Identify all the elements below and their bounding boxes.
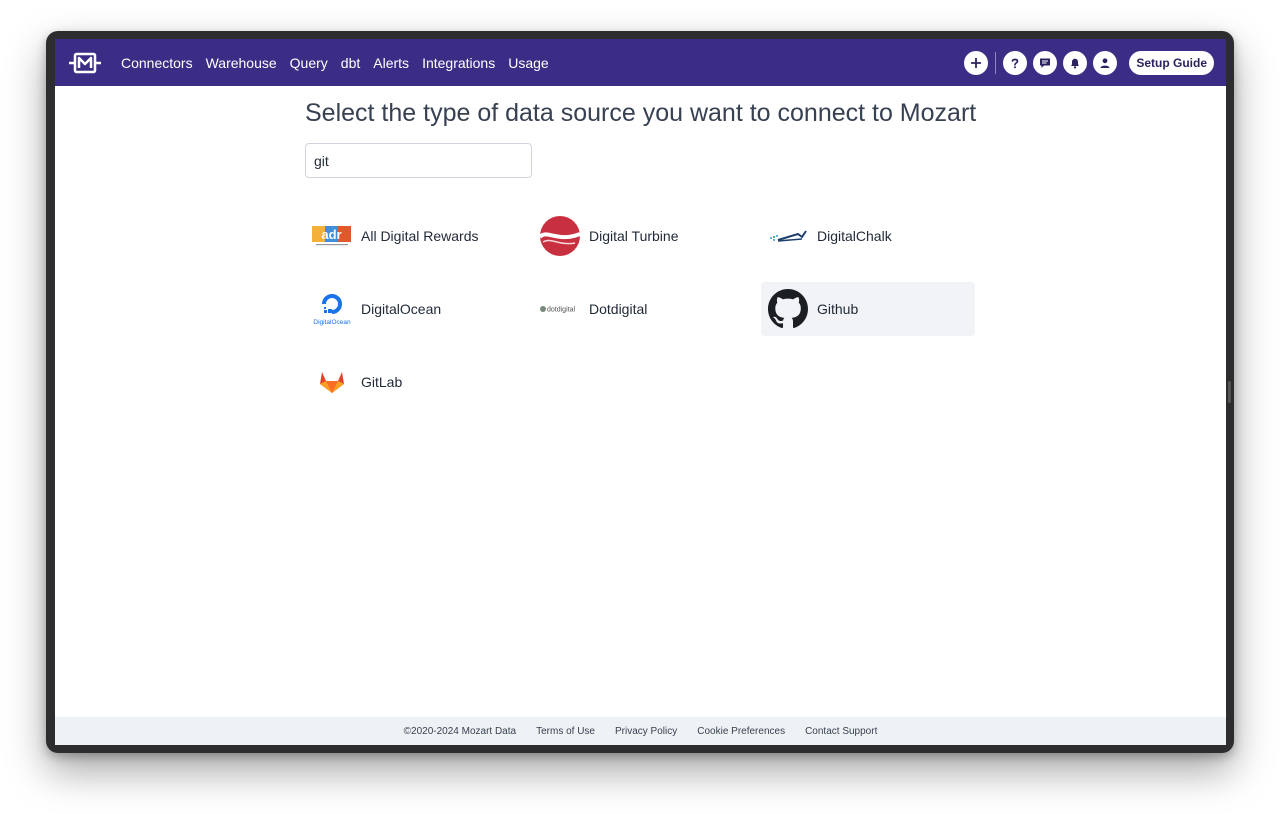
nav-warehouse[interactable]: Warehouse	[206, 55, 277, 71]
connector-card-digital-turbine[interactable]: Digital Turbine	[533, 209, 747, 263]
nav-alerts[interactable]: Alerts	[373, 55, 409, 71]
connector-card-all-digital-rewards[interactable]: adr All Digital Rewards	[305, 209, 519, 263]
footer-cookie-link[interactable]: Cookie Preferences	[697, 726, 785, 737]
messages-button[interactable]	[1033, 50, 1058, 75]
plus-icon	[971, 57, 982, 68]
digitalocean-logo-text: DigitalOcean	[313, 319, 351, 326]
nav-actions: Setup Guide	[958, 39, 1214, 86]
device-frame: Connectors Warehouse Query dbt Alerts In…	[46, 31, 1234, 753]
digitalchalk-logo-icon	[767, 215, 809, 257]
connector-label: Dotdigital	[589, 301, 648, 317]
connector-card-digitalocean[interactable]: DigitalOcean DigitalOcean	[305, 282, 519, 336]
device-side-button	[1228, 381, 1231, 403]
connector-label: GitLab	[361, 374, 403, 390]
nav-dbt[interactable]: dbt	[341, 55, 360, 71]
dotdigital-logo-icon: dotdigital	[539, 288, 581, 330]
setup-guide-button[interactable]: Setup Guide	[1129, 50, 1214, 75]
nav-query[interactable]: Query	[290, 55, 328, 71]
search-input[interactable]	[305, 143, 532, 178]
connector-label: DigitalOcean	[361, 301, 442, 317]
connector-card-gitlab[interactable]: GitLab	[305, 355, 519, 409]
page-footer: ©2020-2024 Mozart Data Terms of Use Priv…	[55, 717, 1226, 745]
footer-contact-link[interactable]: Contact Support	[805, 726, 877, 737]
mozart-logo-icon[interactable]	[67, 49, 103, 77]
app-screen: Connectors Warehouse Query dbt Alerts In…	[55, 39, 1226, 745]
adr-logo-icon: adr	[311, 215, 353, 257]
add-button[interactable]	[964, 50, 989, 75]
gitlab-logo-icon	[311, 361, 353, 403]
footer-privacy-link[interactable]: Privacy Policy	[615, 726, 677, 737]
question-mark-icon	[1011, 58, 1019, 68]
footer-copyright: ©2020-2024 Mozart Data	[403, 725, 517, 737]
nav-usage[interactable]: Usage	[508, 55, 548, 71]
github-logo-icon	[767, 288, 809, 330]
page-title: Select the type of data source you want …	[305, 99, 977, 127]
nav-divider	[995, 51, 997, 74]
user-icon	[1100, 57, 1110, 68]
account-button[interactable]	[1093, 50, 1118, 75]
main-content: Select the type of data source you want …	[305, 99, 995, 393]
connector-label: All Digital Rewards	[361, 228, 479, 244]
help-button[interactable]	[1003, 50, 1028, 75]
nav-links: Connectors Warehouse Query dbt Alerts In…	[121, 39, 562, 86]
connector-label: Digital Turbine	[589, 228, 679, 244]
nav-integrations[interactable]: Integrations	[422, 55, 495, 71]
nav-connectors[interactable]: Connectors	[121, 55, 193, 71]
dotdigital-logo-text: dotdigital	[547, 307, 575, 314]
connector-card-github[interactable]: Github	[761, 282, 975, 336]
adr-logo-text: adr	[321, 227, 341, 242]
bell-icon	[1071, 58, 1080, 68]
connector-label: Github	[817, 301, 859, 317]
digitalocean-logo-icon: DigitalOcean	[311, 288, 353, 330]
connector-card-digitalchalk[interactable]: DigitalChalk	[761, 209, 975, 263]
top-navbar: Connectors Warehouse Query dbt Alerts In…	[55, 39, 1226, 86]
connector-card-dotdigital[interactable]: dotdigital Dotdigital	[533, 282, 747, 336]
chat-icon	[1040, 58, 1051, 68]
footer-terms-link[interactable]: Terms of Use	[536, 726, 595, 737]
notifications-button[interactable]	[1063, 50, 1088, 75]
connector-label: DigitalChalk	[817, 228, 892, 244]
digital-turbine-logo-icon	[539, 215, 581, 257]
